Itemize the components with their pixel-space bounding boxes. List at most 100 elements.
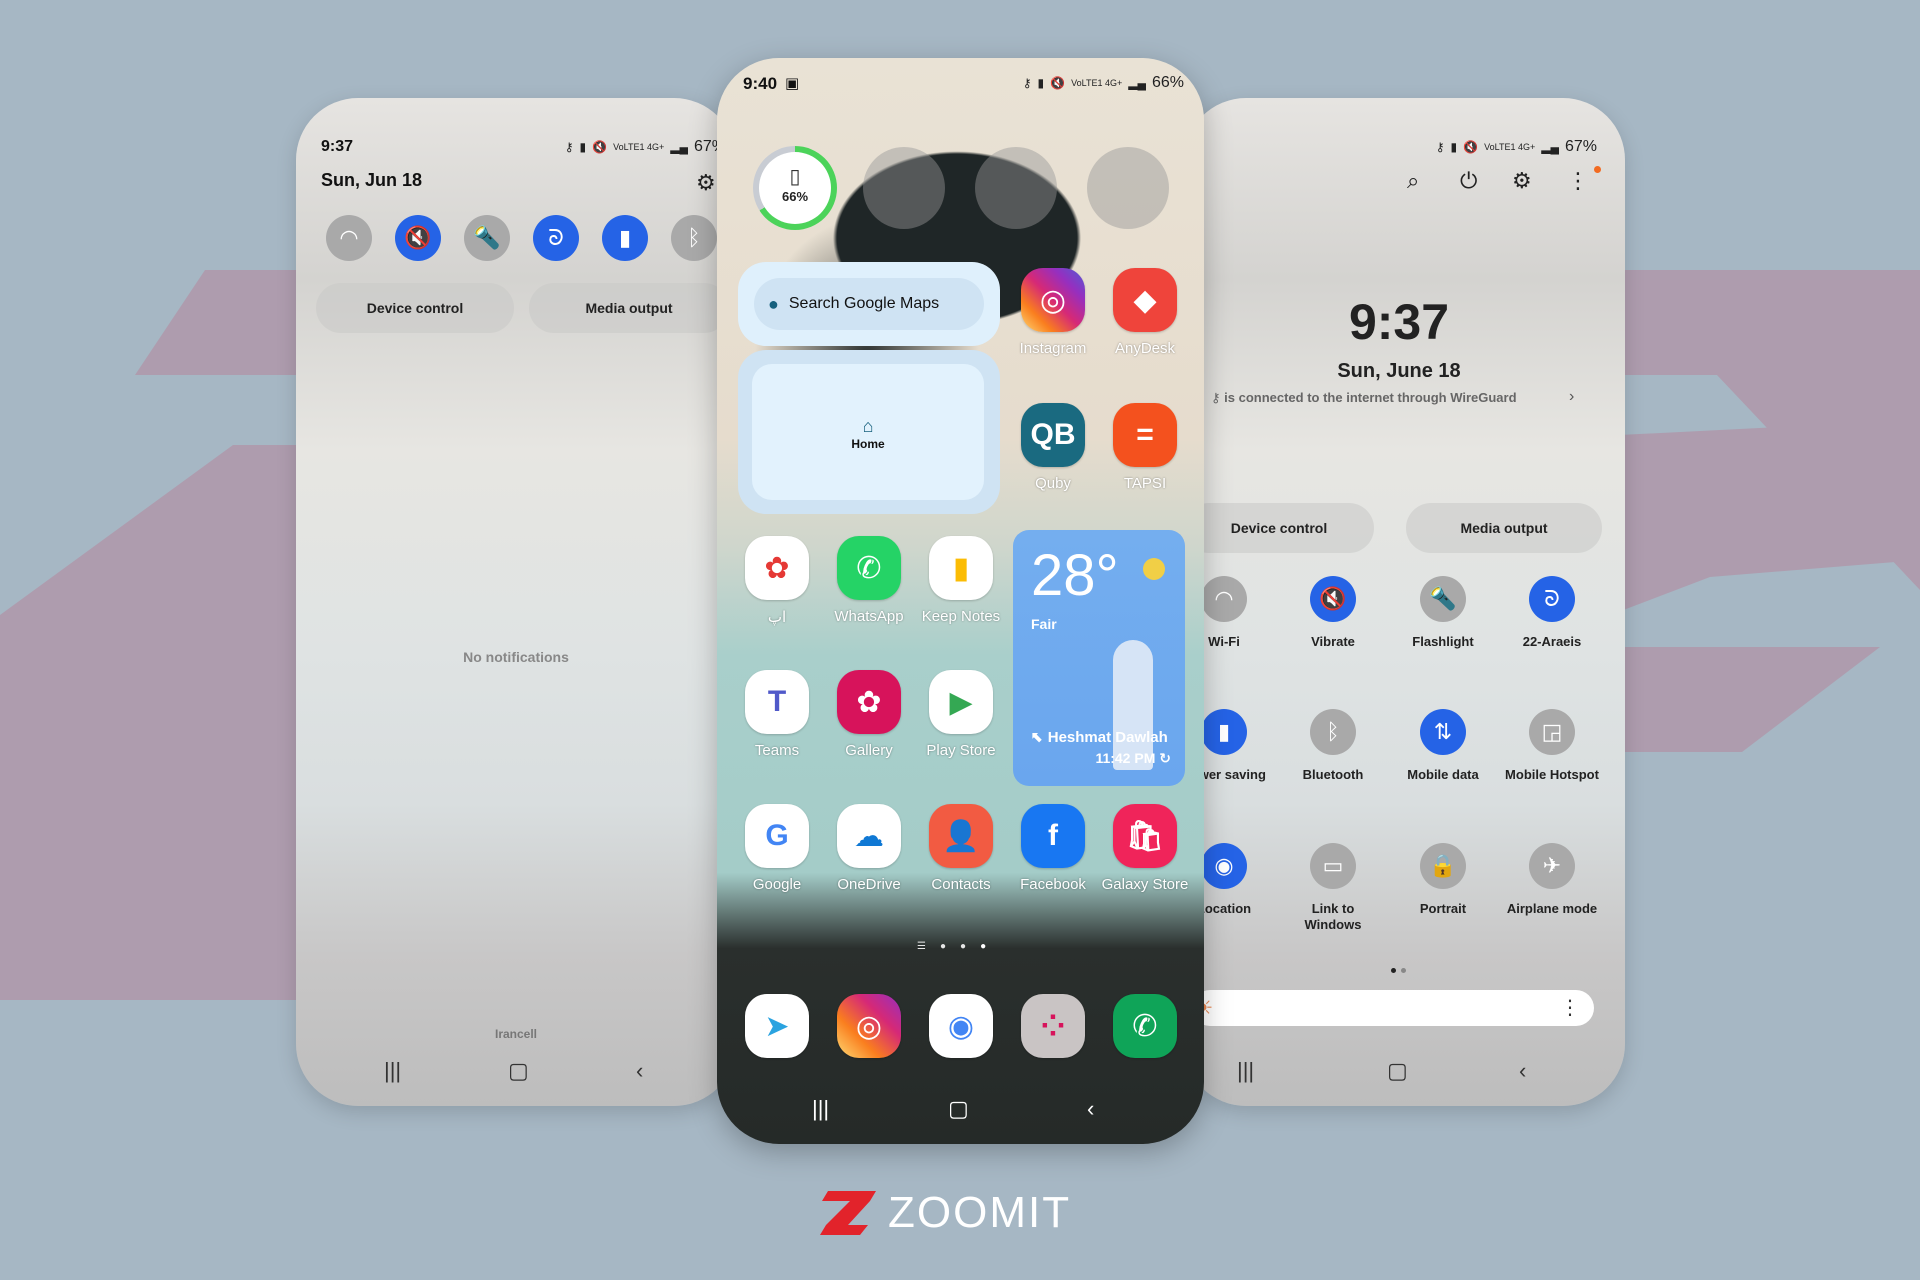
tile-flashlight[interactable]: 🔦 [1420,576,1466,622]
tile-link-to-windows[interactable]: ▭ [1310,843,1356,889]
chrome-icon: ◉ [929,994,993,1058]
vpn-key-icon: ⚷ [1022,76,1032,90]
app--[interactable]: ✿ اپ [731,536,823,626]
status-icons: ⚷ ▮ 🔇 VoLTE1 4G+ ▂▄ 66% [1023,74,1184,92]
network-label: VoLTE1 4G+ [1484,142,1536,152]
app-label: Contacts [931,876,991,893]
battery-saver-icon: ▮ [1217,719,1231,744]
app-keep-notes[interactable]: ▮ Keep Notes [915,536,1007,625]
maps-search-bar[interactable]: ● Search Google Maps [754,278,984,330]
tile-mobile-hotspot[interactable]: ◲ [1529,709,1575,755]
toggle-bluetooth[interactable]: ᛒ [671,215,717,261]
toggle-vibrate[interactable]: 🔇 [395,215,441,261]
toggle-flashlight[interactable]: 🔦 [464,215,510,261]
wireguard-icon: ᘐ [548,225,564,250]
weather-updated: 11:42 PM ↻ [1095,750,1171,766]
battery-widget-label: 66% [781,189,809,204]
zoomit-wordmark: ZOOMIT [888,1188,1072,1237]
status-icons: ⚷ ▮ 🔇 VoLTE1 4G+ ▂▄ 67% [1436,138,1597,156]
gear-icon[interactable]: ⚙ [696,170,716,196]
device-control-button[interactable]: Device control [1184,503,1374,553]
maps-home-button[interactable]: ⌂ Home [752,364,984,500]
search-icon[interactable]: ⌕ [1407,168,1419,194]
weather-widget[interactable]: 28° Fair ⬉ Heshmat Dawlah 11:42 PM ↻ [1013,530,1185,786]
tile-wi-fi[interactable]: ◠ [1201,576,1247,622]
tile-bluetooth[interactable]: ᛒ [1310,709,1356,755]
power-icon[interactable]: ⏻ [1460,168,1477,194]
media-output-button[interactable]: Media output [529,283,729,333]
brightness-slider[interactable]: ☀ ⋮ [1192,990,1594,1026]
app-teams[interactable]: T Teams [731,670,823,759]
tile-airplane-mode[interactable]: ✈ [1529,843,1575,889]
home-button[interactable]: ▢ [948,1096,969,1122]
battery-percent: 67% [1564,138,1597,155]
date: Sun, June 18 [1337,360,1461,382]
wireguard-icon: ᘐ [1544,586,1560,611]
zoomit-logo: ZOOMIT [820,1188,1071,1238]
telegram-icon: ➤ [745,994,809,1058]
back-button[interactable]: ‹ [1087,1096,1094,1122]
facebook-icon: f [1021,804,1085,868]
instagram-icon: ◎ [837,994,901,1058]
app-quby[interactable]: QB Quby [1007,403,1099,492]
recents-button[interactable]: ||| [384,1058,401,1084]
vpn-notice[interactable]: ⚷ is connected to the internet through W… [1211,390,1517,406]
page-dot[interactable]: ☰ [917,941,926,952]
page-dot[interactable]: ● [960,941,966,952]
page-dot-active[interactable]: ● [980,941,986,952]
center-phone-home-screen: 9:40 ▣ ⚷ ▮ 🔇 VoLTE1 4G+ ▂▄ 66% ▯ 66% ● S… [717,58,1204,1144]
home-button[interactable]: ▢ [508,1058,529,1084]
airplane-icon: ✈ [1542,853,1562,878]
tile-portrait[interactable]: 🔒 [1420,843,1466,889]
battery-widget[interactable]: ▯ 66% [753,146,837,230]
location-pin-icon: ● [768,293,779,314]
keep-notes-icon: ▮ [929,536,993,600]
dock-app-telegram[interactable]: ➤ [731,994,823,1058]
tile-power-saving[interactable]: ▮ [1201,709,1247,755]
home-button[interactable]: ▢ [1387,1058,1408,1084]
tile-label: Portrait [1419,901,1467,916]
recents-button[interactable]: ||| [1237,1058,1254,1084]
dock-app-chrome[interactable]: ◉ [915,994,1007,1058]
device-control-button[interactable]: Device control [316,283,514,333]
empty-battery-slot [1087,147,1169,229]
vpn-key-icon: ⚷ [1435,140,1445,154]
recents-button[interactable]: ||| [812,1096,829,1122]
app-tapsi[interactable]: = TAPSI [1099,403,1191,492]
battery-percent: 66% [1151,74,1184,91]
toggle-wi-fi[interactable]: ◠ [326,215,372,261]
app-facebook[interactable]: f Facebook [1007,804,1099,893]
app-whatsapp[interactable]: ✆ WhatsApp [823,536,915,625]
app-contacts[interactable]: 👤 Contacts [915,804,1007,893]
app-play-store[interactable]: ▶ Play Store [915,670,1007,759]
dock-app-instagram[interactable]: ◎ [823,994,915,1058]
app-onedrive[interactable]: ☁ OneDrive [823,804,915,893]
more-icon[interactable]: ⋮ [1560,995,1580,1020]
toggle-22-araeis[interactable]: ᘐ [533,215,579,261]
app-galaxy-store[interactable]: 🛍 Galaxy Store [1099,804,1191,893]
chevron-right-icon[interactable]: › [1569,388,1574,406]
tile-location[interactable]: ◉ [1201,843,1247,889]
page-dot[interactable]: ● [940,941,946,952]
app-google[interactable]: G Google [731,804,823,893]
tile-vibrate[interactable]: 🔇 [1310,576,1356,622]
app-anydesk[interactable]: ◆ AnyDesk [1099,268,1191,357]
flashlight-icon: 🔦 [473,225,501,250]
back-button[interactable]: ‹ [1519,1058,1526,1084]
media-output-button[interactable]: Media output [1406,503,1602,553]
app-label: Galaxy Store [1101,876,1189,893]
gear-icon[interactable]: ⚙ [1512,168,1532,194]
more-icon[interactable]: ⋮ [1567,168,1589,194]
google-icon: G [745,804,809,868]
dock-app-folder[interactable]: ⁘ [1007,994,1099,1058]
app-instagram[interactable]: ◎ Instagram [1007,268,1099,357]
page-indicator[interactable]: ☰ ● ● ● [917,941,986,952]
refresh-icon[interactable]: ↻ [1159,750,1171,766]
tile-22-araeis[interactable]: ᘐ [1529,576,1575,622]
tile-mobile-data[interactable]: ⇅ [1420,709,1466,755]
bluetooth-icon: ᛒ [1326,719,1340,744]
dock-app-phone[interactable]: ✆ [1099,994,1191,1058]
app-gallery[interactable]: ✿ Gallery [823,670,915,759]
back-button[interactable]: ‹ [636,1058,643,1084]
toggle-power-saving[interactable]: ▮ [602,215,648,261]
